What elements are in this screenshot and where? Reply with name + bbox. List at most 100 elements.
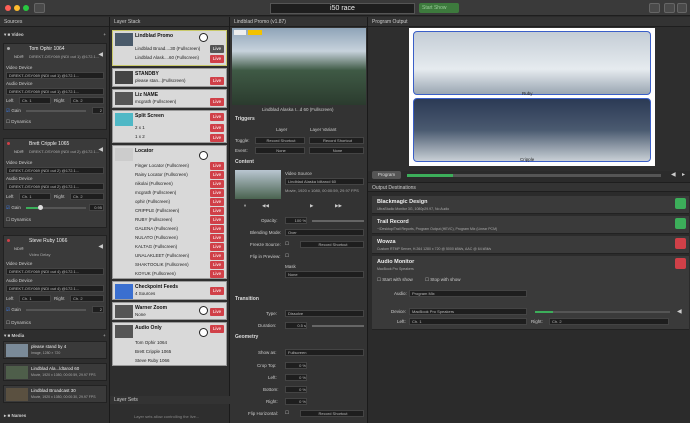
- video-group-label[interactable]: ▾ ■ Video: [4, 32, 24, 38]
- layer-variant[interactable]: please stan...(Fullscreen): [135, 78, 186, 83]
- output-wowza[interactable]: Wowza Custom RTMP Server, H.264 1280 x 7…: [372, 236, 689, 254]
- media-item[interactable]: Lindblad Ala...ldtarod 60 Movie, 1920 x …: [3, 363, 107, 381]
- gain-slider[interactable]: [26, 309, 86, 311]
- layer-warner-zoom[interactable]: Warner Zoom None Live: [112, 302, 227, 320]
- layer-record-shortcut-button[interactable]: Record Shortcut: [255, 137, 305, 144]
- opacity-value[interactable]: 100 %: [285, 217, 307, 224]
- dynamics-checkbox[interactable]: ☐ Dynamics: [6, 217, 31, 223]
- live-button[interactable]: Live: [210, 189, 224, 197]
- crop-top-value[interactable]: 0 %: [285, 362, 307, 369]
- freeze-checkbox[interactable]: ☐: [285, 241, 289, 247]
- gain-slider[interactable]: [26, 205, 86, 210]
- right-channel-select[interactable]: Ch. 2: [70, 193, 104, 200]
- live-button[interactable]: Live: [210, 325, 224, 333]
- layer-variant[interactable]: 2 x 1: [135, 125, 145, 130]
- layer-variant[interactable]: CRIPPLE (Fullscreen): [135, 208, 179, 213]
- dynamics-checkbox[interactable]: ☐ Dynamics: [6, 119, 31, 125]
- layer-variant[interactable]: KALTAG (Fullscreen): [135, 244, 177, 249]
- layer-variant[interactable]: nikolai (Fullscreen): [135, 181, 173, 186]
- layer-variant[interactable]: UNALAKLEET (Fullscreen): [135, 253, 189, 258]
- source-card-steve[interactable]: Steve Ruby 1066 NDI® Video Delay ◀ Video…: [3, 235, 107, 330]
- left-channel-select[interactable]: Ch. 1: [19, 97, 51, 104]
- layer-standby[interactable]: STANDBY please stan...(Fullscreen) Live: [112, 68, 227, 87]
- minimize-window-icon[interactable]: [14, 5, 20, 11]
- layer-locator[interactable]: Locator Finger Locator (Fullscreen) Rain…: [112, 145, 227, 279]
- gain-slider[interactable]: [26, 110, 86, 112]
- stop-with-show-checkbox[interactable]: ☐ Stop with show: [425, 277, 461, 283]
- live-button[interactable]: Live: [210, 216, 224, 224]
- live-button[interactable]: Live: [210, 243, 224, 251]
- output-blackmagic[interactable]: Blackmagic Design UltraStudio Monitor 3G…: [372, 196, 689, 214]
- layer-variant[interactable]: Finger Locator (Fullscreen): [135, 163, 189, 168]
- play-icon[interactable]: ▶: [310, 203, 313, 209]
- live-button[interactable]: Live: [210, 270, 224, 278]
- live-button[interactable]: Live: [210, 198, 224, 206]
- layer-variant[interactable]: NULATO (Fullscreen): [135, 235, 178, 240]
- zoom-window-icon[interactable]: [23, 5, 29, 11]
- layer-variant[interactable]: SHAKTOOLIK (Fullscreen): [135, 262, 189, 267]
- layout-icon[interactable]: [664, 3, 675, 13]
- audio-select[interactable]: Program Mix: [409, 290, 527, 297]
- audio-device-select[interactable]: DIREKT-OSY069 (NDI out 4) @172.1...: [6, 285, 104, 292]
- names-group-label[interactable]: ▸ ■ Names: [4, 413, 26, 419]
- live-button[interactable]: Live: [210, 234, 224, 242]
- layer-audio-only[interactable]: Audio Only Tom Ophir 1064 Brett Cripple …: [112, 322, 227, 366]
- flip-shortcut-button[interactable]: Record Shortcut: [300, 410, 364, 417]
- gain-value[interactable]: 0.95: [89, 204, 104, 211]
- variant-event-select[interactable]: None: [309, 147, 364, 154]
- close-window-icon[interactable]: [5, 5, 11, 11]
- sidebar-toggle-icon[interactable]: [34, 3, 45, 13]
- variant-record-shortcut-button[interactable]: Record Shortcut: [309, 137, 364, 144]
- program-speaker-icon[interactable]: ◀: [671, 171, 676, 178]
- live-button[interactable]: Live: [210, 113, 224, 121]
- layer-split-screen[interactable]: Split Screen 2 x 1 1 x 2 Live Live Live: [112, 110, 227, 143]
- layer-variant[interactable]: mcgrath (Fullscreen): [135, 99, 176, 104]
- layer-variant[interactable]: 1 x 2: [135, 134, 145, 139]
- layer-variant[interactable]: None: [135, 312, 146, 317]
- right-channel-select[interactable]: Ch. 2: [549, 318, 669, 325]
- flip-preview-checkbox[interactable]: ☐: [285, 253, 289, 259]
- live-button[interactable]: Live: [210, 98, 224, 106]
- freeze-shortcut-button[interactable]: Record Shortcut: [300, 241, 364, 248]
- layer-variant[interactable]: ophir (Fullscreen): [135, 199, 170, 204]
- blending-select[interactable]: Over: [285, 229, 364, 236]
- dynamics-checkbox[interactable]: ☐ Dynamics: [6, 320, 31, 326]
- live-button[interactable]: Live: [210, 45, 224, 53]
- layer-variant[interactable]: 4 Sources: [135, 291, 155, 296]
- skip-back-icon[interactable]: ⏸: [244, 203, 246, 208]
- audio-device-select[interactable]: DIREKT-OSY069 (NDI out 1) @172.1...: [6, 88, 104, 95]
- left-channel-select[interactable]: Ch. 1: [19, 193, 51, 200]
- live-button[interactable]: Live: [210, 77, 224, 85]
- live-button[interactable]: Live: [210, 162, 224, 170]
- gain-checkbox[interactable]: ☑ Gain: [6, 205, 21, 211]
- monitor-button-icon[interactable]: [675, 258, 686, 269]
- video-device-select[interactable]: DIREKT-OSY069 (NDI out 4) @172.1...: [6, 268, 104, 275]
- live-button[interactable]: Live: [210, 225, 224, 233]
- media-item[interactable]: please stand by 4 Image, 1280 × 720: [3, 341, 107, 359]
- layer-variant[interactable]: Rainy Locator (Fullscreen): [135, 172, 188, 177]
- layer-variant[interactable]: Brett Cripple 1065: [135, 349, 171, 354]
- layer-event-select[interactable]: None: [255, 147, 305, 154]
- video-source-select[interactable]: Lindblad Alaska Iditarod 60: [285, 178, 364, 185]
- speaker-icon[interactable]: ◀: [98, 146, 103, 153]
- opacity-knob-icon[interactable]: [199, 33, 208, 42]
- layer-lindblad-promo[interactable]: Lindblad Promo Lindblad Broad....30 (Ful…: [112, 30, 227, 66]
- layer-variant[interactable]: Lindblad Alask....60 (Fullscreen): [135, 55, 199, 60]
- layer-variant[interactable]: RUBY (Fullscreen): [135, 217, 172, 222]
- duration-value[interactable]: 0.5 s: [285, 322, 307, 329]
- gain-value[interactable]: 2: [92, 306, 104, 313]
- audio-device-select[interactable]: DIREKT-OSY069 (NDI out 2) @172.1...: [6, 183, 104, 190]
- video-device-select[interactable]: DIREKT-OSY069 (NDI out 1) @172.1...: [6, 72, 104, 79]
- output-audio-monitor[interactable]: Audio Monitor MacBook Pro Speakers ☐ Sta…: [372, 256, 689, 330]
- crop-right-value[interactable]: 0 %: [285, 398, 307, 405]
- gain-checkbox[interactable]: ☑ Gain: [6, 307, 21, 313]
- live-button[interactable]: Live: [210, 180, 224, 188]
- opacity-slider[interactable]: [312, 220, 364, 222]
- transition-type-select[interactable]: Dissolve: [285, 310, 364, 317]
- live-button[interactable]: Live: [210, 207, 224, 215]
- inspector-toggle-icon[interactable]: [677, 3, 687, 13]
- rewind-icon[interactable]: ◀◀: [262, 203, 269, 209]
- live-button[interactable]: Live: [210, 171, 224, 179]
- live-button[interactable]: Live: [210, 134, 224, 142]
- layer-variant[interactable]: Lindblad Broad....30 (Fullscreen): [135, 46, 200, 51]
